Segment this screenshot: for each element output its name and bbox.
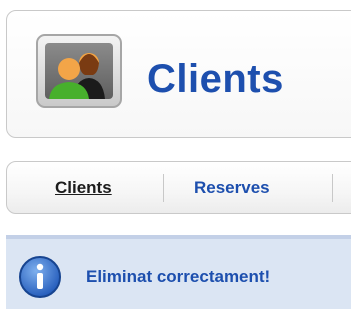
users-icon (36, 34, 122, 108)
tab-separator (163, 174, 164, 202)
status-message: Eliminat correctament! (6, 235, 351, 309)
tab-clients[interactable]: Clients (55, 178, 112, 198)
info-icon (19, 256, 61, 298)
page-title: Clients (147, 57, 284, 101)
tab-reserves[interactable]: Reserves (194, 178, 270, 198)
tab-separator (332, 174, 333, 202)
status-message-text: Eliminat correctament! (86, 267, 271, 286)
tab-bar: Clients Reserves (6, 161, 351, 214)
page-header: Clients (6, 10, 351, 138)
